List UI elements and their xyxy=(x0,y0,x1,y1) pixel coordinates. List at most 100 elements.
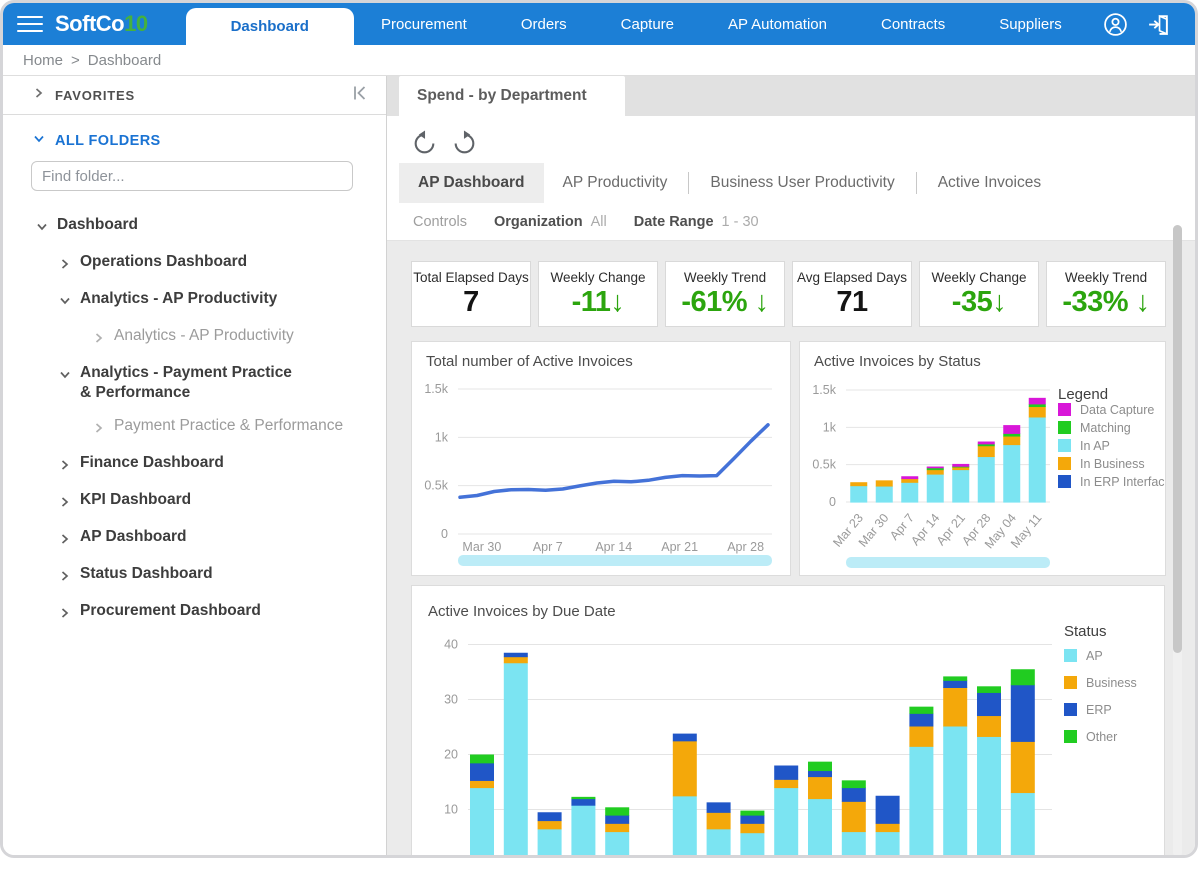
controls-row: Controls OrganizationAllDate Range1 - 30 xyxy=(387,203,1196,241)
subtab-ap-productivity[interactable]: AP Productivity xyxy=(544,163,687,203)
y-tick-label: 10 xyxy=(444,803,458,817)
bar-segment xyxy=(1011,792,1035,857)
subtab-ap-dashboard[interactable]: AP Dashboard xyxy=(399,163,544,203)
chevron-down-icon xyxy=(59,367,71,387)
nav-tabs: DashboardProcurementOrdersCaptureAP Auto… xyxy=(186,3,1091,45)
nav-tab-procurement[interactable]: Procurement xyxy=(354,3,494,45)
tree-item-dashboard[interactable]: Dashboard xyxy=(3,208,386,245)
tree-item-analytics-payment-practice-performance[interactable]: Analytics - Payment Practice & Performan… xyxy=(3,356,386,409)
bar-segment xyxy=(943,676,967,680)
bar-segment xyxy=(1029,406,1046,417)
tree-item-label: Operations Dashboard xyxy=(80,252,247,272)
sidebar: FAVORITES ALL FOLDERS Dashboard Operation… xyxy=(3,76,387,857)
tree-item-operations-dashboard[interactable]: Operations Dashboard xyxy=(3,245,386,282)
bar-segment xyxy=(673,734,697,742)
nav-tab-capture[interactable]: Capture xyxy=(594,3,701,45)
undo-icon[interactable] xyxy=(411,130,438,157)
subtab-divider xyxy=(916,172,917,194)
chart-range-scrollbar[interactable] xyxy=(846,557,1050,568)
kpi-label: Weekly Trend xyxy=(1047,270,1165,285)
tree-item-status-dashboard[interactable]: Status Dashboard xyxy=(3,557,386,594)
kpi-row: Total Elapsed Days7Weekly Change-11↓Week… xyxy=(411,261,1166,327)
bar-segment xyxy=(977,692,1001,716)
logout-icon[interactable] xyxy=(1146,12,1171,37)
tree-item-ap-dashboard[interactable]: AP Dashboard xyxy=(3,520,386,557)
active-invoices-by-due-date-chart: Active Invoices by Due Date10203040Statu… xyxy=(412,586,1162,857)
bar-segment xyxy=(1003,436,1020,445)
tree-item-payment-practice-performance[interactable]: Payment Practice & Performance xyxy=(3,409,386,446)
bar-segment xyxy=(571,799,595,806)
main-area: Spend - by Department AP DashboardAP Pro… xyxy=(387,76,1196,857)
user-account-icon[interactable] xyxy=(1103,12,1128,37)
bar-segment xyxy=(808,799,832,858)
nav-tab-ap-automation[interactable]: AP Automation xyxy=(701,3,854,45)
bar-segment xyxy=(740,823,764,833)
bar-segment xyxy=(740,811,764,816)
find-folder-input[interactable] xyxy=(31,161,353,191)
bar-segment xyxy=(605,807,629,815)
chevron-right-icon xyxy=(59,531,71,551)
line-series xyxy=(460,425,768,498)
tree-item-label: Analytics - Payment Practice & Performan… xyxy=(80,363,305,403)
bar-segment xyxy=(504,657,528,664)
filter-organization[interactable]: OrganizationAll xyxy=(494,214,607,230)
bar-segment xyxy=(538,812,562,821)
collapse-sidebar-icon[interactable] xyxy=(350,83,370,108)
bar-segment xyxy=(943,726,967,857)
chart-title: Active Invoices by Due Date xyxy=(428,603,616,620)
nav-tab-dashboard[interactable]: Dashboard xyxy=(186,8,354,45)
chevron-right-icon xyxy=(59,494,71,514)
bar-segment xyxy=(977,715,1001,737)
nav-tab-contracts[interactable]: Contracts xyxy=(854,3,972,45)
bar-segment xyxy=(808,777,832,800)
breadcrumb-home[interactable]: Home xyxy=(23,52,63,69)
chart-range-scrollbar[interactable] xyxy=(458,555,772,566)
kpi-label: Total Elapsed Days xyxy=(412,270,530,285)
page-tab-spend-by-department[interactable]: Spend - by Department xyxy=(399,76,625,116)
tree-item-finance-dashboard[interactable]: Finance Dashboard xyxy=(3,446,386,483)
nav-tab-suppliers[interactable]: Suppliers xyxy=(972,3,1089,45)
subtab-active-invoices[interactable]: Active Invoices xyxy=(919,163,1060,203)
filter-value: 1 - 30 xyxy=(722,214,759,230)
tree-item-label: Finance Dashboard xyxy=(80,453,224,473)
nav-tab-orders[interactable]: Orders xyxy=(494,3,594,45)
logo-suffix: 10 xyxy=(124,11,147,36)
tree-item-label: Payment Practice & Performance xyxy=(114,416,343,436)
bar-segment xyxy=(470,763,494,781)
favorites-label: FAVORITES xyxy=(55,88,135,103)
redo-icon[interactable] xyxy=(451,130,478,157)
bar-segment xyxy=(673,796,697,857)
dashboard-subtabs: AP DashboardAP ProductivityBusiness User… xyxy=(387,163,1196,203)
y-tick-label: 1.5k xyxy=(812,383,836,397)
kpi-card-weekly-trend: Weekly Trend-61% ↓ xyxy=(665,261,785,327)
x-tick-label: Apr 21 xyxy=(661,540,698,554)
filter-name: Date Range xyxy=(634,214,714,230)
y-tick-label: 0.5k xyxy=(424,479,448,493)
legend-item-label: Other xyxy=(1086,730,1117,744)
active-invoices-by-status-chart: Active Invoices by Status00.5k1k1.5kMar … xyxy=(800,342,1165,573)
tree-item-procurement-dashboard[interactable]: Procurement Dashboard xyxy=(3,594,386,631)
legend-item-label: Data Capture xyxy=(1080,403,1154,417)
subtab-business-user-productivity[interactable]: Business User Productivity xyxy=(691,163,913,203)
tree-item-kpi-dashboard[interactable]: KPI Dashboard xyxy=(3,483,386,520)
all-folders-section-header[interactable]: ALL FOLDERS xyxy=(33,132,386,150)
logo-text: SoftCo xyxy=(55,11,124,36)
tree-item-label: KPI Dashboard xyxy=(80,490,191,510)
chart-panel-active-invoices-by-status: Active Invoices by Status00.5k1k1.5kMar … xyxy=(799,341,1166,576)
bar-segment xyxy=(1011,669,1035,685)
tree-item-analytics-ap-productivity[interactable]: Analytics - AP Productivity xyxy=(3,282,386,319)
tree-item-analytics-ap-productivity[interactable]: Analytics - AP Productivity xyxy=(3,319,386,356)
tree-item-label: Status Dashboard xyxy=(80,564,213,584)
favorites-section-header[interactable]: FAVORITES xyxy=(3,76,386,115)
bar-segment xyxy=(909,713,933,726)
legend-item-label: Business xyxy=(1086,676,1137,690)
legend-title: Legend xyxy=(1058,386,1108,403)
bar-segment xyxy=(707,802,731,813)
bar-segment xyxy=(1003,425,1020,434)
main-scrollbar-thumb[interactable] xyxy=(1173,225,1182,653)
filter-date-range[interactable]: Date Range 1 - 30 xyxy=(634,214,759,230)
hamburger-menu-icon[interactable] xyxy=(17,16,43,45)
filter-name: Organization xyxy=(494,214,583,230)
legend-swatch xyxy=(1058,457,1071,470)
chart-panel-active-invoices-by-due-date: Active Invoices by Due Date10203040Statu… xyxy=(411,585,1165,857)
